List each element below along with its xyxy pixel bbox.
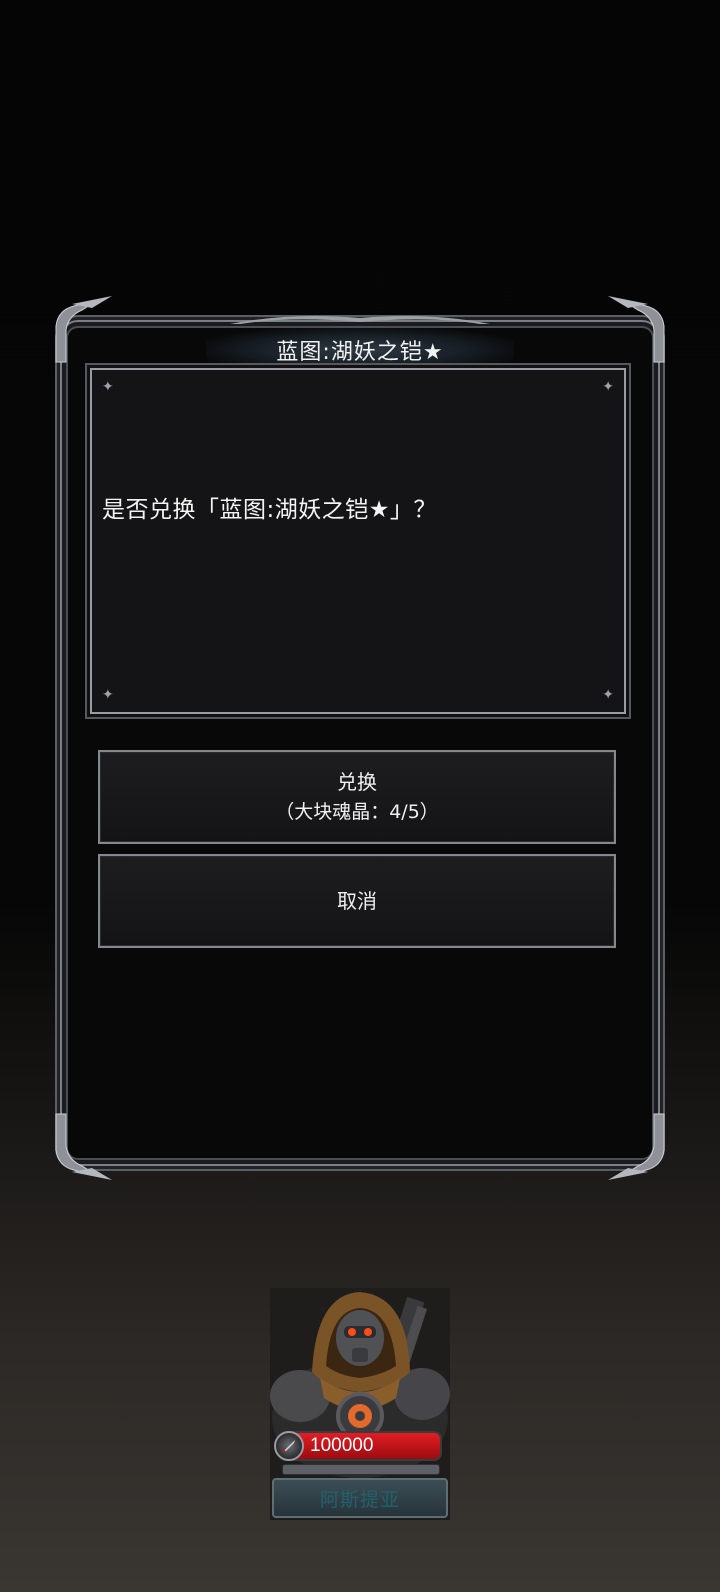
exchange-button-label: 兑换 [337,770,377,794]
sparkle-icon: ✦ [602,687,614,703]
title-ornament-icon [229,316,490,324]
confirm-message: 是否兑换「蓝图:湖妖之铠★」？ [102,497,437,523]
energy-bar [282,1464,440,1475]
sparkle-icon: ✦ [102,379,114,395]
exchange-cost-label: （大块魂晶：4/5） [275,801,439,823]
sparkle-icon: ✦ [102,687,114,703]
cancel-button[interactable]: 取消 [98,854,616,948]
character-card[interactable]: 100000 阿斯提亚 [270,1288,450,1520]
dialog-title: 蓝图:湖妖之铠★ [276,340,444,365]
character-name: 阿斯提亚 [319,1488,400,1511]
exchange-dialog: 蓝图:湖妖之铠★ ✦ ✦ ✦ ✦ 是否兑换「蓝图:湖妖之铠★」？ 兑换 （大块魂… [55,296,665,1180]
cancel-button-label: 取消 [337,889,377,913]
corner-ornament-icon [52,1110,122,1180]
message-panel: ✦ ✦ ✦ ✦ 是否兑换「蓝图:湖妖之铠★」？ [90,368,626,714]
sparkle-icon: ✦ [602,379,614,395]
hp-bar: 100000 [274,1431,442,1461]
corner-ornament-icon [598,1110,668,1180]
blade-icon [274,1431,304,1461]
title-plate: 蓝图:湖妖之铠★ [206,316,514,382]
exchange-button[interactable]: 兑换 （大块魂晶：4/5） [98,750,616,844]
character-name-plate: 阿斯提亚 [272,1478,448,1518]
hp-value: 100000 [310,1435,374,1456]
